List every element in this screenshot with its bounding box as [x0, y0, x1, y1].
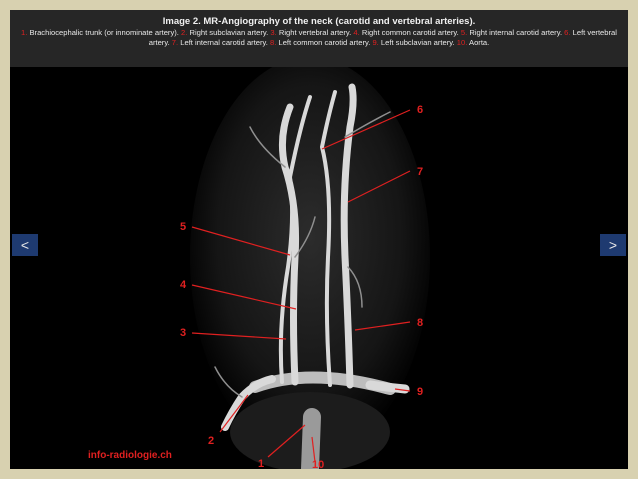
vessel-label-4: 4 [180, 279, 187, 291]
source-watermark: info-radiologie.ch [88, 450, 172, 461]
legend-text-9: Left subclavian artery. [378, 38, 457, 47]
vessel-label-7: 7 [417, 166, 423, 178]
legend-text-2: Right subclavian artery. [187, 28, 271, 37]
vessel-label-9: 9 [417, 386, 423, 398]
slide-frame: Image 2. MR-Angiography of the neck (car… [10, 10, 628, 469]
legend-number-10: 10. [456, 38, 468, 47]
image-viewer: 6 7 5 4 3 8 9 2 1 10 < > info-radiologie… [10, 57, 628, 469]
angiography-image: 6 7 5 4 3 8 9 2 1 10 [180, 57, 430, 469]
legend-text-7: Left internal carotid artery. [178, 38, 271, 47]
caption-legend: 1. Brachiocephalic trunk (or innominate … [16, 28, 622, 48]
previous-slide-button[interactable]: < [12, 234, 38, 256]
vessel-label-5: 5 [180, 221, 186, 233]
vessel-label-3: 3 [180, 327, 186, 339]
vessel-label-10: 10 [312, 459, 324, 469]
legend-text-5: Right internal carotid artery. [467, 28, 565, 37]
next-slide-button[interactable]: > [600, 234, 626, 256]
legend-text-1: Brachiocephalic trunk (or innominate art… [27, 28, 182, 37]
vessel-label-6: 6 [417, 104, 423, 116]
left-subclavian-vessel [365, 380, 410, 394]
vessel-label-2: 2 [208, 435, 214, 447]
caption-title: Image 2. MR-Angiography of the neck (car… [162, 16, 476, 27]
image-caption: Image 2. MR-Angiography of the neck (car… [10, 10, 628, 67]
legend-text-10: Aorta. [467, 38, 490, 47]
legend-text-3: Right vertebral artery. [276, 28, 354, 37]
legend-text-4: Right common carotid artery. [359, 28, 461, 37]
vessel-label-8: 8 [417, 317, 423, 329]
legend-text-8: Left common carotid artery. [276, 38, 373, 47]
vessel-label-1: 1 [258, 458, 264, 469]
